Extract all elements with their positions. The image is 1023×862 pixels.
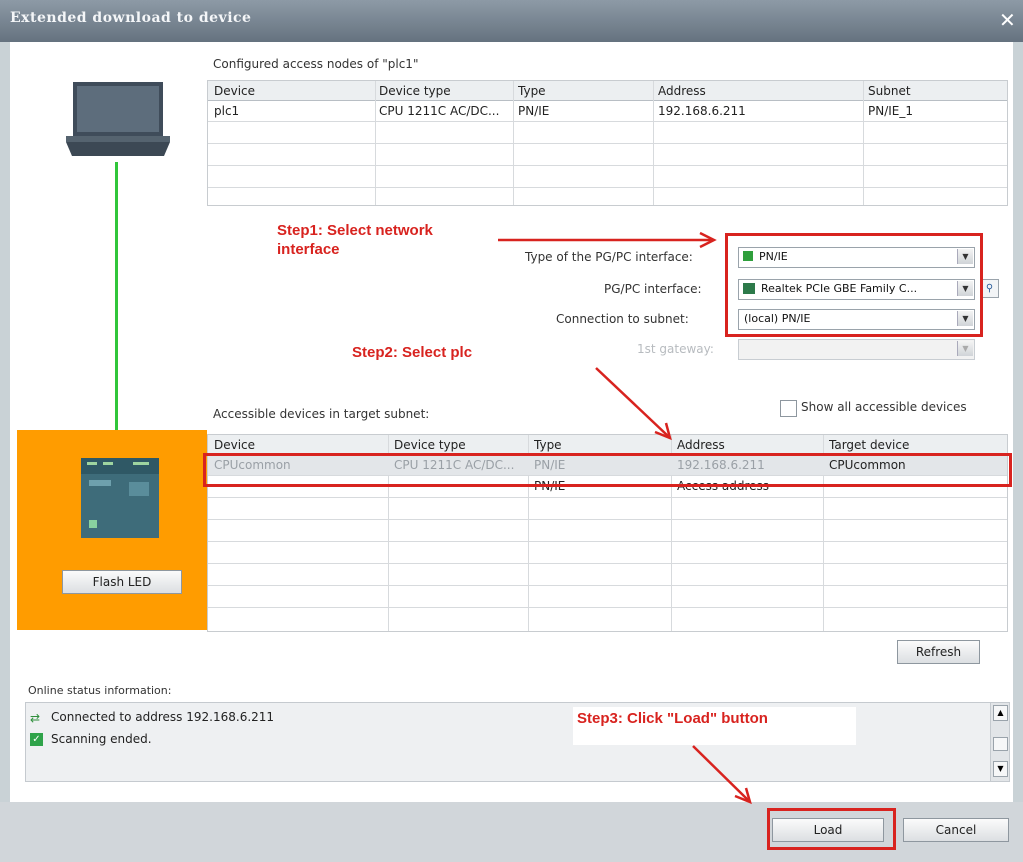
download-dialog: Extended download to device ✕ Flash LED <box>0 0 1023 862</box>
annotation-arrows <box>498 231 752 805</box>
step2-arrow <box>595 367 672 441</box>
step1-arrow <box>498 231 717 249</box>
step3-arrow <box>692 745 752 805</box>
